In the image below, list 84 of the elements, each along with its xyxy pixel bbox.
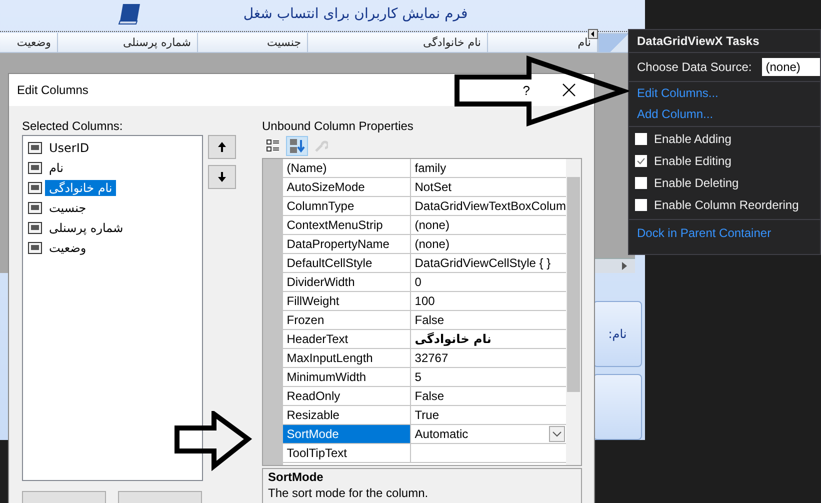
data-source-label: Choose Data Source: xyxy=(637,60,752,74)
column-item[interactable]: UserID xyxy=(45,140,94,156)
checkbox[interactable] xyxy=(635,177,647,189)
scrollbar[interactable] xyxy=(566,159,581,465)
property-name[interactable]: Frozen xyxy=(282,311,411,329)
property-name[interactable]: HeaderText xyxy=(282,330,411,348)
property-value[interactable]: 5 xyxy=(410,368,566,386)
wrench-icon xyxy=(314,139,328,153)
property-name[interactable]: ContextMenuStrip xyxy=(282,216,411,234)
column-item[interactable]: جنسیت xyxy=(45,200,90,216)
smart-tag-icon[interactable] xyxy=(588,29,598,39)
tasks-title: DataGridViewX Tasks xyxy=(629,30,820,53)
selected-columns-label: Selected Columns: xyxy=(22,119,124,133)
task-link[interactable]: Edit Columns... xyxy=(629,82,820,103)
column-header[interactable]: نام xyxy=(488,33,598,53)
column-header[interactable]: وضعیت xyxy=(0,33,58,53)
property-name[interactable]: SortMode xyxy=(282,425,411,443)
property-value[interactable]: False xyxy=(410,311,566,329)
property-value[interactable]: DataGridViewCellStyle { } xyxy=(410,254,566,272)
textbox-icon xyxy=(28,142,42,154)
checkbox[interactable] xyxy=(635,155,647,167)
property-name[interactable]: MaxInputLength xyxy=(282,349,411,367)
checkbox-label: Enable Editing xyxy=(654,154,732,168)
property-name[interactable]: FillWeight xyxy=(282,292,411,310)
sort-icon xyxy=(289,138,305,154)
property-name[interactable]: ToolTipText xyxy=(282,444,411,462)
textbox-icon xyxy=(28,242,42,254)
checkbox-label: Enable Adding xyxy=(654,132,732,146)
property-value[interactable]: (none) xyxy=(410,216,566,234)
checkbox-label: Enable Column Reordering xyxy=(654,198,799,212)
property-name[interactable]: MinimumWidth xyxy=(282,368,411,386)
textbox-icon xyxy=(28,182,42,194)
move-down-button[interactable] xyxy=(208,165,236,189)
property-value[interactable]: 100 xyxy=(410,292,566,310)
dialog-title: Edit Columns xyxy=(17,83,90,97)
help-button[interactable]: ? xyxy=(520,82,532,98)
textbox-icon xyxy=(28,222,42,234)
checkbox-label: Enable Deleting xyxy=(654,176,739,190)
property-value[interactable]: (none) xyxy=(410,235,566,253)
sort-az-button[interactable] xyxy=(286,136,308,156)
close-icon[interactable] xyxy=(562,83,576,97)
property-value[interactable]: 32767 xyxy=(410,349,566,367)
checkbox[interactable] xyxy=(635,199,647,211)
task-link[interactable]: Dock in Parent Container xyxy=(629,222,820,243)
list-icon xyxy=(266,139,280,153)
property-value[interactable]: False xyxy=(410,387,566,405)
textbox-icon xyxy=(28,162,42,174)
scrollbar[interactable] xyxy=(595,258,635,273)
column-item[interactable]: نام xyxy=(45,160,68,176)
property-name[interactable]: (Name) xyxy=(282,159,411,177)
property-name[interactable]: ColumnType xyxy=(282,197,411,215)
data-source-dropdown[interactable]: (none) xyxy=(762,58,820,76)
description-text: The sort mode for the column. xyxy=(268,486,430,500)
down-arrow-icon xyxy=(217,172,227,182)
checkbox[interactable] xyxy=(635,133,647,145)
property-name[interactable]: AutoSizeMode xyxy=(282,178,411,196)
task-link[interactable]: Add Column... xyxy=(629,103,820,124)
move-up-button[interactable] xyxy=(208,135,236,159)
property-name[interactable]: DataPropertyName xyxy=(282,235,411,253)
property-value[interactable]: نام خانوادگی xyxy=(410,330,566,348)
property-name[interactable]: Resizable xyxy=(282,406,411,424)
property-name[interactable]: DefaultCellStyle xyxy=(282,254,411,272)
property-value[interactable]: NotSet xyxy=(410,178,566,196)
textbox-icon xyxy=(28,202,42,214)
column-header[interactable]: نام خانوادگی xyxy=(308,33,488,53)
column-header[interactable]: شماره پرسنلی xyxy=(58,33,198,53)
up-arrow-icon xyxy=(217,142,227,152)
property-value[interactable]: family xyxy=(410,159,566,177)
property-name[interactable]: DividerWidth xyxy=(282,273,411,291)
column-item[interactable]: وضعیت xyxy=(45,240,90,256)
description-title: SortMode xyxy=(268,470,324,484)
property-value[interactable]: DataGridViewTextBoxColum xyxy=(410,197,566,215)
column-header[interactable]: جنسیت xyxy=(198,33,308,53)
property-name[interactable]: ReadOnly xyxy=(282,387,411,405)
form-title: فرم نمایش کاربران برای انتساب شغل xyxy=(243,6,468,22)
properties-label: Unbound Column Properties xyxy=(262,119,414,133)
dropdown-icon[interactable] xyxy=(548,426,565,442)
property-value[interactable]: True xyxy=(410,406,566,424)
column-item[interactable]: شماره پرسنلی xyxy=(45,220,128,236)
field-panel xyxy=(593,374,642,440)
property-value[interactable]: Automatic xyxy=(410,425,566,443)
property-value[interactable]: 0 xyxy=(410,273,566,291)
column-item[interactable]: نام خانوادگی xyxy=(45,180,116,196)
field-label: نام: xyxy=(608,327,627,341)
